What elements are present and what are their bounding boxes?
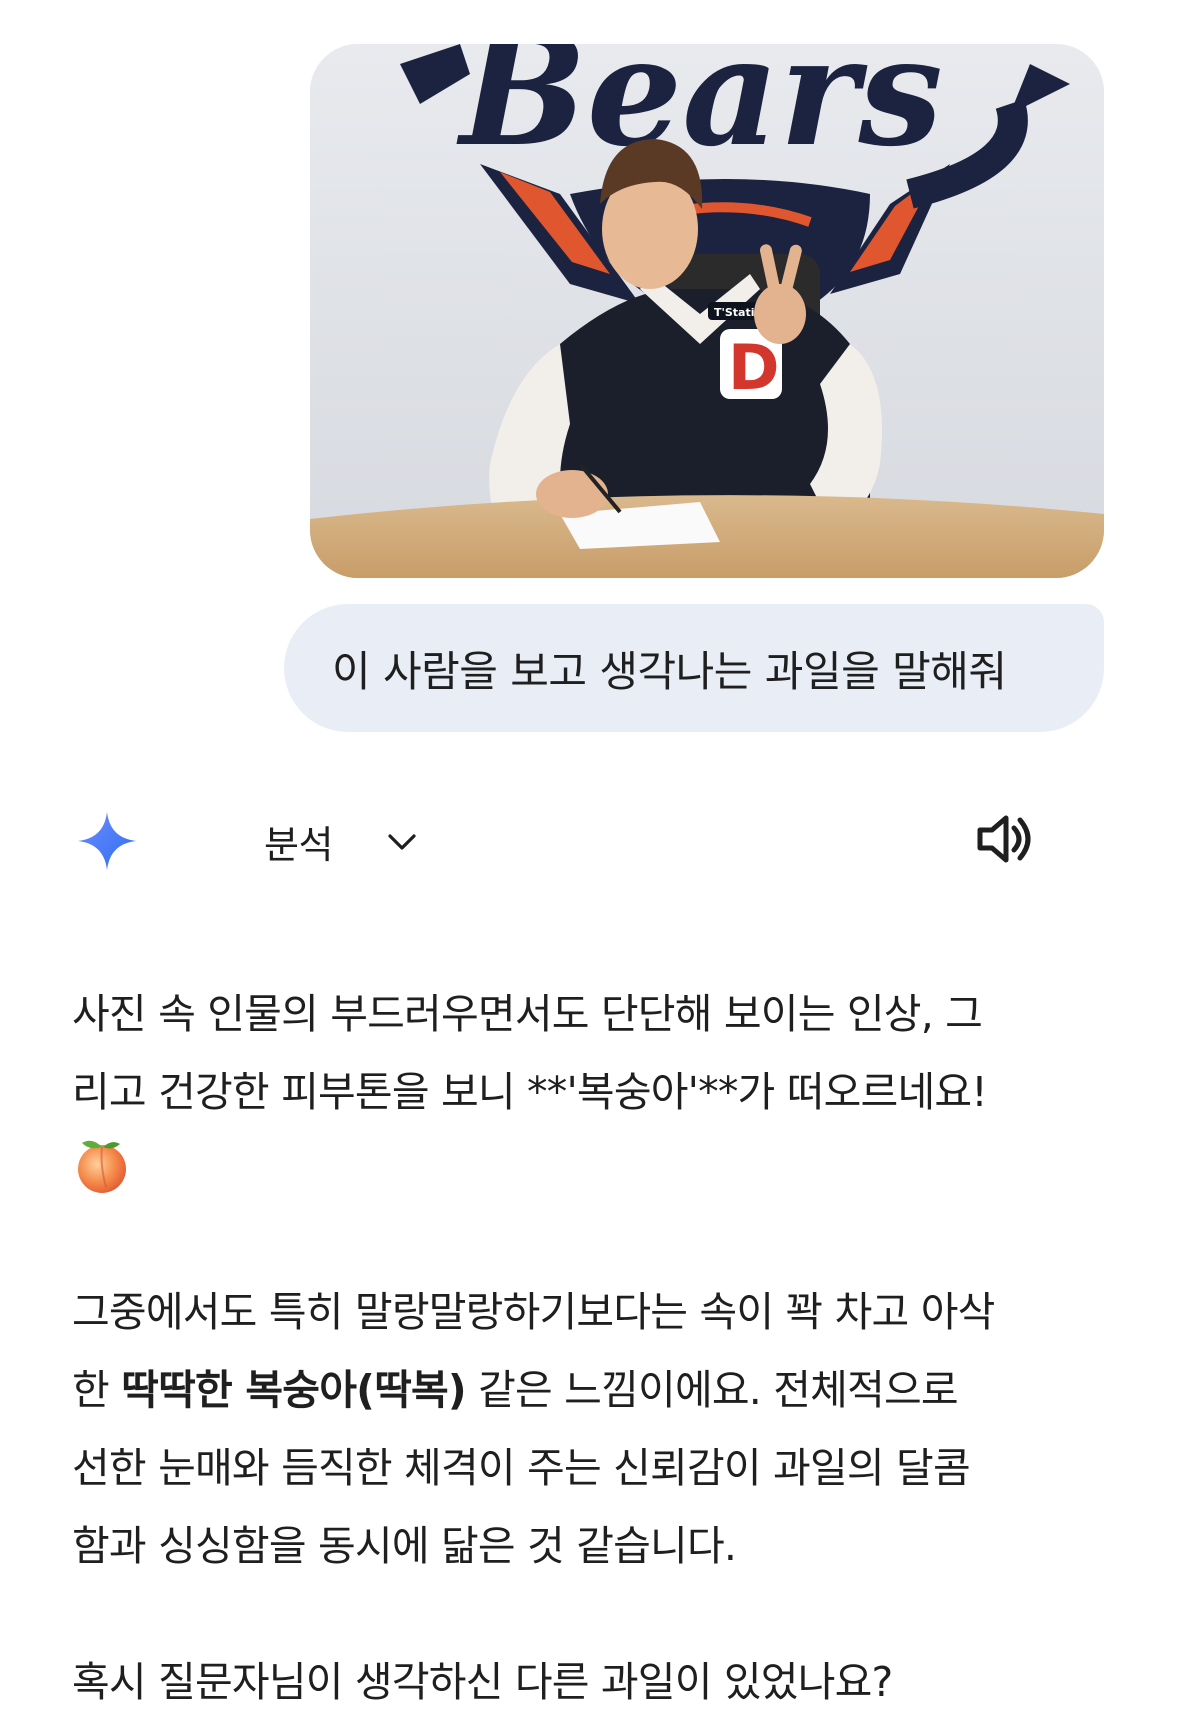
chat-screen: Bears D T'Station 이 사람을 보고 생각나는 과일을 말해줘 … <box>0 0 1179 1726</box>
chevron-down-icon[interactable] <box>384 824 420 860</box>
response-body: 사진 속 인물의 부드러우면서도 단단해 보이는 인상, 그 리고 건강한 피부… <box>72 975 1122 1721</box>
line-text: 한 <box>72 1366 122 1414</box>
user-prompt-text: 이 사람을 보고 생각나는 과일을 말해줘 <box>332 646 1007 696</box>
response-line: 리고 건강한 피부톤을 보니 **'복숭아'**가 떠오르네요! <box>72 1068 988 1116</box>
response-line: 혹시 질문자님이 생각하신 다른 과일이 있었나요? <box>72 1658 893 1706</box>
mode-label[interactable]: 분석 <box>264 814 333 869</box>
bold-emphasis: 딱딱한 복숭아(딱복) <box>121 1366 467 1414</box>
photo-illustration: Bears D T'Station <box>310 44 1104 578</box>
response-line: 함과 싱싱함을 동시에 닮은 것 같습니다. <box>72 1522 737 1570</box>
response-line: 선한 눈매와 듬직한 체격이 주는 신뢰감이 과일의 달콤 <box>72 1444 971 1492</box>
response-line: 사진 속 인물의 부드러우면서도 단단해 보이는 인상, 그 <box>72 990 983 1038</box>
response-header: 분석 <box>72 800 1052 880</box>
speaker-icon[interactable] <box>974 808 1036 870</box>
response-line: 그중에서도 특히 말랑말랑하기보다는 속이 꽉 차고 아삭 <box>72 1288 995 1336</box>
line-text: 같은 느낌이에요. 전체적으로 <box>465 1366 959 1414</box>
response-line: 한 딱딱한 복숭아(딱복) 같은 느낌이에요. 전체적으로 <box>72 1351 1122 1429</box>
response-paragraph-2: 그중에서도 특히 말랑말랑하기보다는 속이 꽉 차고 아삭 한 딱딱한 복숭아(… <box>72 1273 1122 1585</box>
response-paragraph-3: 혹시 질문자님이 생각하신 다른 과일이 있었나요? <box>72 1643 1122 1721</box>
response-paragraph-1: 사진 속 인물의 부드러우면서도 단단해 보이는 인상, 그 리고 건강한 피부… <box>72 975 1122 1215</box>
attached-photo[interactable]: Bears D T'Station <box>310 44 1104 578</box>
peach-icon <box>78 1140 126 1193</box>
emoji-line <box>72 1135 1122 1215</box>
user-prompt-bubble[interactable]: 이 사람을 보고 생각나는 과일을 말해줘 <box>284 604 1104 732</box>
gemini-spark-icon <box>78 812 136 870</box>
logo-text: Bears <box>456 44 943 180</box>
